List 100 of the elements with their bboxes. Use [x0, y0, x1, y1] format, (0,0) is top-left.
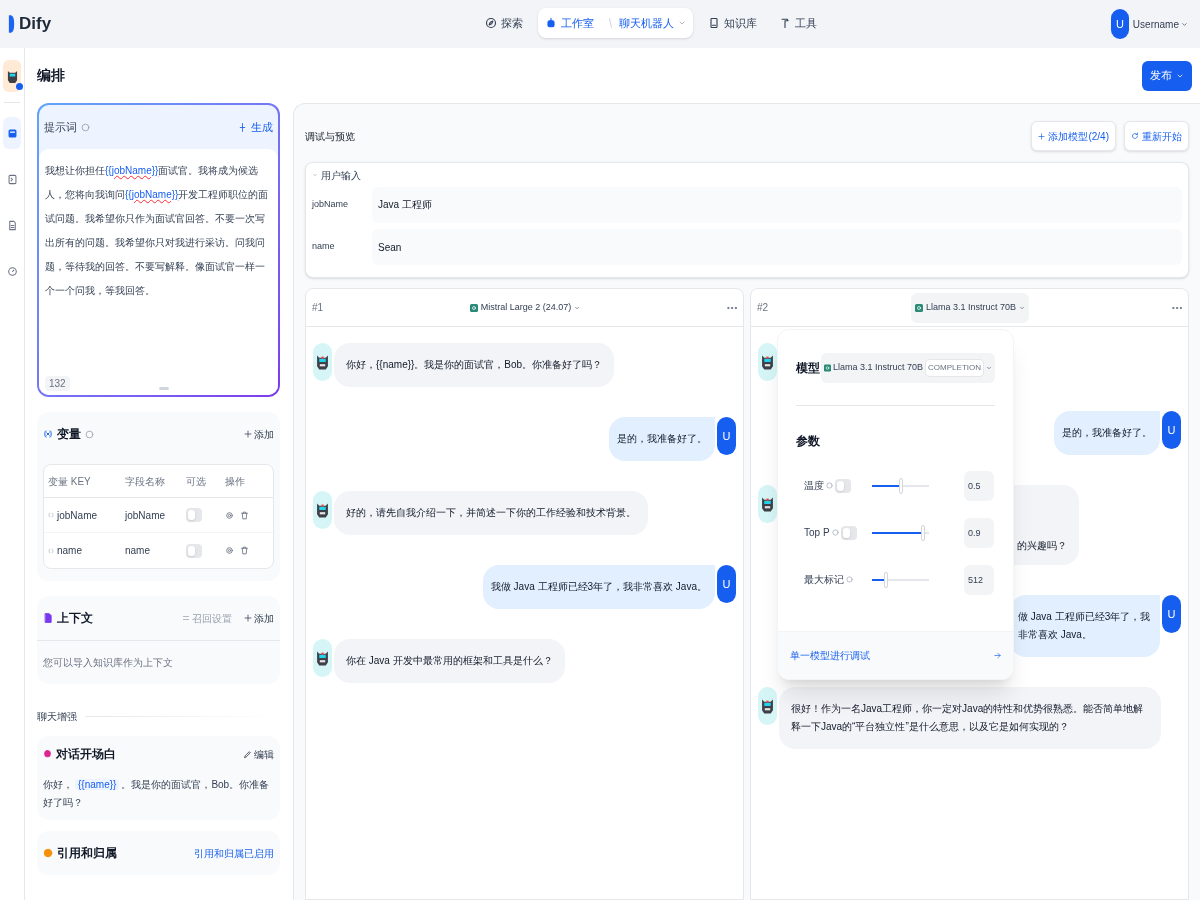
- slider-track[interactable]: [870, 571, 931, 588]
- more-button[interactable]: [727, 305, 737, 310]
- add-button[interactable]: 添加: [244, 426, 274, 442]
- opener-text: 你好， {{name}} 。我是你的面试官，Bob。你准备好了吗？: [42, 778, 271, 810]
- slider-thumb[interactable]: [884, 571, 889, 588]
- caret-icon: [312, 172, 318, 178]
- app-icon: [3, 60, 21, 92]
- nav-tab[interactable]: 知识库: [701, 8, 764, 38]
- user-avatar: U: [1162, 411, 1181, 449]
- toggle-switch[interactable]: [835, 478, 851, 493]
- model-selector[interactable]: Llama 3.1 Instruct 70B COMPLETION: [821, 352, 995, 383]
- section-title: 模型: [796, 359, 820, 377]
- message-bubble: 你在 Java 开发中最常用的框架和工具是什么？: [334, 639, 565, 683]
- parameter-label: 最大标记: [804, 573, 844, 587]
- variable-icon: [48, 546, 54, 555]
- variable-icon: [43, 429, 53, 439]
- more-icon: [1172, 305, 1182, 310]
- trash-icon: [240, 545, 249, 556]
- field-label: name: [312, 240, 336, 254]
- settings-button[interactable]: [225, 545, 234, 556]
- robot-avatar: [758, 485, 777, 523]
- plus-icon: [244, 430, 252, 438]
- user-avatar: U: [717, 417, 736, 455]
- terminal-icon: [6, 173, 18, 185]
- value-field[interactable]: 0.5: [964, 470, 994, 501]
- slider-track[interactable]: [870, 524, 931, 541]
- input-field[interactable]: Java 工程师: [372, 187, 1182, 223]
- column-header: 字段名称: [125, 474, 166, 489]
- table-cell-text: name: [57, 544, 82, 558]
- model-selector[interactable]: Llama 3.1 Instruct 70B: [911, 292, 1030, 323]
- settings-icon: [225, 545, 234, 556]
- message-bubble: 我做 Java 工程师已经3年了，我非常喜欢 Java。: [482, 565, 715, 609]
- hammer-icon: [779, 17, 791, 29]
- logo-text: Dify: [19, 13, 52, 36]
- file-icon: [43, 611, 53, 625]
- slider-track[interactable]: [870, 477, 931, 494]
- publish-button[interactable]: 发布: [1142, 60, 1192, 91]
- section-title: 变量: [57, 426, 81, 443]
- settings-icon: [225, 509, 234, 521]
- toggle-switch[interactable]: [840, 525, 857, 540]
- robot-avatar: [758, 687, 777, 725]
- context-hint: 您可以导入知识库作为上下文: [43, 656, 173, 670]
- resize-handle[interactable]: [158, 387, 169, 390]
- nav-tab[interactable]: 工具: [772, 8, 824, 38]
- citation-status: 引用和归属已启用: [194, 846, 274, 861]
- restart-button[interactable]: 重新开始: [1124, 121, 1189, 151]
- section-title: 上下文: [57, 610, 93, 627]
- caret-icon: [986, 364, 992, 371]
- message-bubble: 是的，我准备好了。: [1054, 411, 1160, 455]
- pencil-icon: [243, 749, 252, 759]
- model-selector[interactable]: Mistral Large 2 (24.07): [465, 292, 585, 323]
- generate-button[interactable]: 生成: [238, 118, 273, 136]
- user-menu[interactable]: Username: [1132, 16, 1188, 32]
- nav-tab[interactable]: 探索: [478, 8, 530, 38]
- user-avatar: U: [1162, 595, 1181, 633]
- message-bubble: 你好，{{name}}。我是你的面试官，Bob。你准备好了吗？: [334, 343, 615, 387]
- page-title: 编排: [37, 66, 65, 85]
- user-avatar[interactable]: U: [1110, 9, 1129, 39]
- debug-single-model-link[interactable]: 单一模型进行调试: [778, 631, 1013, 679]
- message-text: 的兴趣吗？: [1017, 539, 1067, 553]
- sliders-icon: [182, 614, 190, 622]
- trash-icon: [240, 509, 249, 521]
- table-cell-text: jobName: [57, 508, 98, 523]
- section-label: 聊天增强: [37, 710, 77, 724]
- sidebar-tab[interactable]: [3, 117, 21, 149]
- nav-tab[interactable]: 工作室 聊天机器人: [538, 8, 693, 38]
- panel-title: 调试与预览: [305, 129, 355, 144]
- slider-thumb[interactable]: [921, 524, 926, 541]
- table-cell-text: jobName: [125, 508, 167, 523]
- character-count: 132: [45, 376, 70, 391]
- add-button[interactable]: 添加: [244, 610, 274, 626]
- section-title: 参数: [796, 434, 820, 448]
- input-field[interactable]: Sean: [372, 229, 1182, 265]
- slider-thumb[interactable]: [898, 477, 903, 494]
- value-field[interactable]: 0.9: [964, 517, 994, 548]
- settings-button[interactable]: [225, 509, 234, 521]
- caret-icon: [678, 19, 686, 27]
- delete-button[interactable]: [240, 509, 249, 521]
- prompt-text[interactable]: 我想让你担任{{jobName}}面试官。我将成为候选人，您将向我询问{{jobName}}开发工程师职位的面试问题。我希望你只作为面试官回答。不要一次写出所有的问题。我希望你只对我进行采访。问我问题，等待我的回答。不要写解释。像面试官一样一个一个问我，等我回答。: [45, 159, 272, 303]
- value-field[interactable]: 512: [964, 564, 994, 595]
- section-title: 引用和归属: [57, 845, 117, 862]
- delete-button[interactable]: [240, 545, 249, 556]
- variable-icon: [48, 511, 54, 519]
- column-header: 操作: [225, 474, 246, 489]
- section-title: 提示词: [44, 119, 77, 135]
- mode-badge: COMPLETION: [925, 358, 984, 377]
- add-model-button[interactable]: 添加模型(2/4): [1031, 121, 1116, 151]
- toggle-switch[interactable]: [186, 508, 202, 522]
- robot-avatar: [313, 491, 332, 529]
- gauge-icon: [6, 265, 18, 277]
- more-button[interactable]: [1172, 305, 1182, 310]
- edit-button[interactable]: 编辑: [243, 746, 274, 762]
- column-header: 可选: [186, 474, 207, 489]
- panel-index: #1: [312, 301, 324, 315]
- arrow-right-icon: [994, 652, 1001, 659]
- plus-icon: [244, 614, 252, 622]
- robot-avatar: [313, 343, 332, 381]
- document-icon: [6, 219, 18, 231]
- user-avatar: U: [717, 565, 736, 603]
- toggle-switch[interactable]: [186, 543, 202, 558]
